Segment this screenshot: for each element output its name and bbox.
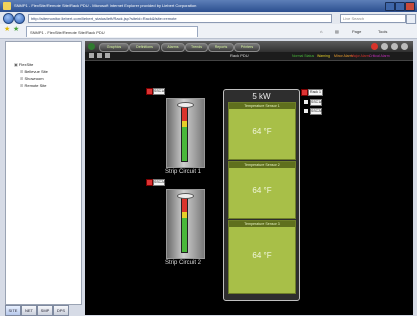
home-icon[interactable]: ⌂	[320, 29, 322, 34]
expand-icon[interactable]: ⊞	[20, 76, 23, 81]
load-gauge	[181, 106, 188, 162]
address-input[interactable]: http://sitemonitor.liebert.com/liebert_s…	[28, 14, 332, 23]
strip-circuit-label: Strip Circuit 2	[165, 260, 202, 266]
tab-net[interactable]: NET	[21, 305, 37, 316]
gauge-green-zone	[182, 127, 187, 161]
strip-tag[interactable]: SSC2A	[153, 179, 165, 186]
temperature-sensor-3[interactable]: Temperature Sensor 3 64 °F	[228, 220, 296, 294]
minimize-button[interactable]	[385, 2, 395, 11]
rack-unit[interactable]: 5 kW Temperature Sensor 1 64 °F Temperat…	[223, 89, 300, 301]
strip-status-indicator[interactable]	[146, 179, 153, 186]
favorites-star-icon[interactable]: ★	[4, 26, 10, 33]
print-icon[interactable]: ▤	[335, 29, 339, 34]
window-title: SNMP1 - FlexSite/Remote Site/Rack PDU - …	[14, 3, 197, 8]
gauge-red-zone	[182, 107, 187, 121]
legend-major-alarm: Major Alarm	[351, 54, 370, 58]
settings-icon[interactable]	[381, 43, 388, 50]
temperature-sensor-2[interactable]: Temperature Sensor 2 64 °F	[228, 161, 296, 219]
rack-status-indicator[interactable]	[301, 89, 308, 96]
tab-label: SNMP1 - FlexSite/Remote Site/Rack PDU	[30, 30, 105, 35]
connector-icon	[304, 109, 308, 113]
tab-site[interactable]: SITE	[5, 305, 21, 316]
nav-printers-button[interactable]: Printers	[234, 43, 260, 52]
sensor-title: Temperature Sensor 2	[229, 162, 295, 168]
rack-tag[interactable]: Rack 1	[308, 89, 323, 96]
rack-subtag[interactable]: SSC1A	[310, 99, 322, 106]
tree-item-label: Showroom	[24, 76, 44, 81]
tree-item-bellevue[interactable]: ⊞ Bellevue Site	[20, 69, 48, 74]
view-title: Rack PDU	[230, 53, 249, 58]
legend-normal: Normal Status	[292, 54, 315, 58]
tree-root[interactable]: ▣ FlexSite	[14, 62, 33, 67]
strip-circuit-2[interactable]	[166, 189, 205, 259]
gauge-needle-icon	[177, 193, 194, 199]
strip-circuit-1[interactable]	[166, 98, 205, 168]
strip-tag[interactable]: SSC1A	[153, 88, 165, 95]
forward-button[interactable]	[14, 13, 25, 24]
search-input[interactable]: Live Search	[340, 14, 406, 23]
strip-status-indicator[interactable]	[146, 88, 153, 95]
fit-icon[interactable]	[105, 53, 110, 58]
legend-critical-alarm: Critical Alarm	[369, 54, 390, 58]
tools-menu[interactable]: Tools	[378, 29, 387, 34]
legend-minor-alarm: Minor Alarm	[334, 54, 353, 58]
zoom-icon[interactable]	[89, 53, 94, 58]
status-legend-bar: Rack PDU Normal Status Warning Minor Ala…	[85, 52, 413, 61]
tab-bar: ★ ★ SNMP1 - FlexSite/Remote Site/Rack PD…	[0, 24, 417, 39]
tab-dps[interactable]: DPS	[53, 305, 69, 316]
browser-tab[interactable]: SNMP1 - FlexSite/Remote Site/Rack PDU	[26, 26, 198, 37]
gauge-red-zone	[182, 198, 187, 212]
close-button[interactable]	[405, 2, 415, 11]
legend-warning: Warning	[317, 54, 330, 58]
expand-icon[interactable]: ⊞	[20, 83, 23, 88]
sensor-title: Temperature Sensor 3	[229, 221, 295, 227]
tree-root-label: FlexSite	[18, 62, 34, 67]
rack-view: SSC1A Strip Circuit 1 SSC2A Strip Circui…	[91, 62, 407, 312]
refresh-icon[interactable]	[391, 43, 398, 50]
monitor-area: Graphics Definitions Alarms Trends Repor…	[85, 41, 413, 315]
tree-item-remote-site[interactable]: ⊞ Remote Site	[20, 83, 47, 88]
app-icon	[3, 2, 11, 10]
add-favorites-icon[interactable]: ★	[13, 26, 19, 33]
expand-icon[interactable]: ⊞	[20, 69, 23, 74]
connector-icon	[304, 100, 308, 104]
page-menu[interactable]: Page	[352, 29, 361, 34]
help-icon[interactable]	[401, 43, 408, 50]
pan-icon[interactable]	[97, 53, 102, 58]
nav-alarms-button[interactable]: Alarms	[161, 43, 185, 52]
sensor-title: Temperature Sensor 1	[229, 103, 295, 109]
site-tree-panel: ▣ FlexSite ⊞ Bellevue Site ⊞ Showroom ⊞ …	[5, 41, 82, 305]
rack-power-label: 5 kW	[252, 92, 271, 101]
logo-icon	[88, 43, 95, 50]
strip-circuit-label: Strip Circuit 1	[165, 169, 202, 175]
sensor-value: 64 °F	[252, 127, 272, 136]
sensor-value: 64 °F	[252, 251, 272, 260]
title-bar: SNMP1 - FlexSite/Remote Site/Rack PDU - …	[0, 0, 417, 12]
gauge-needle-icon	[177, 102, 194, 108]
temperature-sensor-1[interactable]: Temperature Sensor 1 64 °F	[228, 102, 296, 160]
back-button[interactable]	[3, 13, 14, 24]
nav-definitions-button[interactable]: Definitions	[129, 43, 160, 52]
tree-item-label: Bellevue Site	[24, 69, 48, 74]
nav-graphics-button[interactable]: Graphics	[99, 43, 129, 52]
alarm-indicator-icon[interactable]	[371, 43, 378, 50]
sensor-value: 64 °F	[252, 186, 272, 195]
maximize-button[interactable]	[395, 2, 405, 11]
nav-trends-button[interactable]: Trends	[185, 43, 208, 52]
tree-item-label: Remote Site	[24, 83, 47, 88]
load-gauge	[181, 197, 188, 253]
search-icon[interactable]	[406, 14, 416, 24]
nav-header: Graphics Definitions Alarms Trends Repor…	[85, 41, 413, 52]
folder-icon: ▣	[14, 62, 18, 67]
tab-smp[interactable]: SMP	[37, 305, 53, 316]
nav-reports-button[interactable]: Reports	[208, 43, 234, 52]
gauge-green-zone	[182, 218, 187, 252]
tree-item-showroom[interactable]: ⊞ Showroom	[20, 76, 44, 81]
rack-subtag[interactable]: SSC2A	[310, 108, 322, 115]
